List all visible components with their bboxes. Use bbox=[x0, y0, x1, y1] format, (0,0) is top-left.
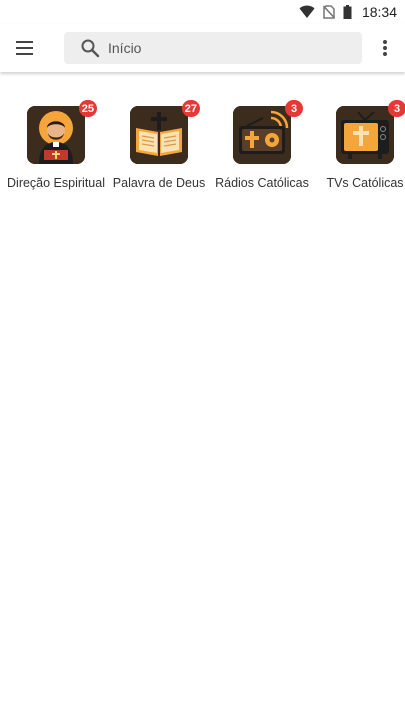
category-label: Palavra de Deus bbox=[112, 176, 206, 190]
category-palavra-de-deus[interactable]: 27 Palavra de Deus bbox=[110, 100, 208, 191]
bible-icon bbox=[130, 106, 188, 164]
search-icon bbox=[81, 39, 100, 58]
radio-icon bbox=[233, 106, 291, 164]
category-icon-wrap: 27 bbox=[130, 100, 200, 166]
category-label: Direção Espiritual bbox=[7, 176, 105, 190]
category-icon-wrap: 3 bbox=[233, 100, 303, 166]
category-radios-catolicas[interactable]: 3 Rádios Católicas bbox=[213, 100, 311, 191]
clock: 18:34 bbox=[361, 4, 397, 20]
count-badge: 3 bbox=[285, 100, 303, 117]
wifi-icon bbox=[299, 5, 315, 18]
tv-icon bbox=[336, 106, 394, 164]
category-direcao-espiritual[interactable]: 25 Direção Espiritual bbox=[7, 100, 105, 191]
category-label: Rádios Católicas bbox=[215, 176, 309, 190]
menu-button[interactable] bbox=[14, 37, 36, 59]
battery-icon bbox=[343, 5, 352, 19]
category-icon-wrap: 3 bbox=[336, 100, 405, 166]
count-badge: 25 bbox=[78, 100, 97, 117]
search-input[interactable] bbox=[108, 40, 338, 56]
app-bar bbox=[0, 24, 405, 72]
category-grid: 25 Direção Espiritual 27 Palavra de Deus… bbox=[0, 100, 405, 191]
count-badge: 3 bbox=[388, 100, 405, 117]
category-tvs-catolicas[interactable]: 3 TVs Católicas bbox=[316, 100, 405, 191]
count-badge: 27 bbox=[181, 100, 200, 117]
priest-icon bbox=[27, 106, 85, 164]
no-sim-icon bbox=[322, 5, 335, 19]
hamburger-menu-icon bbox=[16, 41, 33, 55]
status-bar: 18:34 bbox=[0, 0, 405, 24]
category-icon-wrap: 25 bbox=[27, 100, 97, 166]
search-bar[interactable] bbox=[64, 32, 362, 64]
category-label: TVs Católicas bbox=[326, 176, 404, 190]
more-options-button[interactable] bbox=[378, 38, 392, 58]
more-vert-icon bbox=[383, 40, 387, 56]
